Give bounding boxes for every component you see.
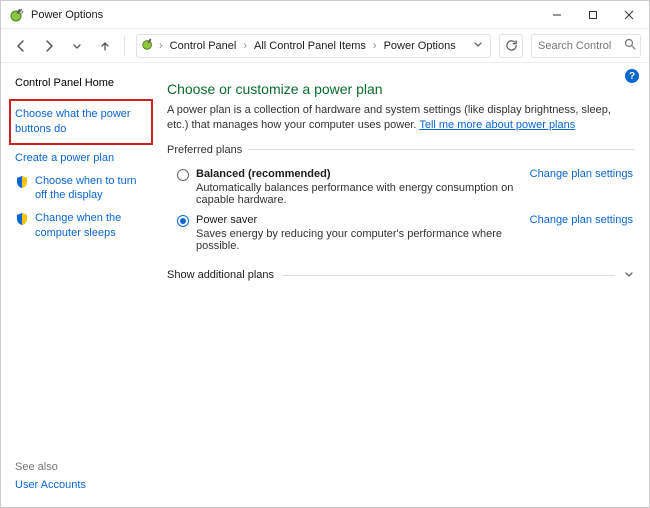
title-bar: Power Options: [1, 1, 649, 29]
preferred-plans-label: Preferred plans: [167, 144, 248, 156]
change-plan-settings-link[interactable]: Change plan settings: [530, 214, 633, 226]
plan-description: Saves energy by reducing your computer's…: [196, 228, 522, 252]
sidebar-link-label: Choose when to turn off the display: [35, 174, 151, 204]
preferred-plans-group: Preferred plans Balanced (recommended) A…: [167, 144, 635, 254]
divider: [282, 275, 615, 276]
sidebar-link-create-plan[interactable]: Create a power plan: [15, 151, 151, 166]
up-button[interactable]: [93, 34, 117, 58]
maximize-button[interactable]: [575, 3, 611, 27]
control-panel-home-link[interactable]: Control Panel Home: [15, 77, 151, 89]
help-icon[interactable]: ?: [625, 69, 639, 83]
plan-description: Automatically balances performance with …: [196, 182, 522, 206]
sidebar-link-label: Change when the computer sleeps: [35, 211, 151, 241]
shield-icon: [15, 175, 29, 189]
chevron-right-icon[interactable]: ›: [242, 40, 248, 52]
content-area: ? Control Panel Home Choose what the pow…: [1, 63, 649, 507]
tell-me-more-link[interactable]: Tell me more about power plans: [419, 119, 575, 131]
page-heading: Choose or customize a power plan: [167, 81, 635, 97]
power-options-icon: [9, 7, 25, 23]
sidebar-link-turn-off-display[interactable]: Choose when to turn off the display: [15, 174, 151, 204]
chevron-down-icon: [615, 268, 635, 283]
sidebar: Control Panel Home Choose what the power…: [1, 63, 161, 507]
separator: [124, 36, 125, 56]
navigation-bar: › Control Panel › All Control Panel Item…: [1, 29, 649, 63]
breadcrumb-item[interactable]: Power Options: [381, 38, 459, 54]
radio-button[interactable]: [177, 215, 189, 227]
see-also-label: See also: [15, 461, 151, 473]
chevron-right-icon[interactable]: ›: [372, 40, 378, 52]
shield-icon: [15, 212, 29, 226]
window: Power Options: [0, 0, 650, 508]
radio-button[interactable]: [177, 169, 189, 181]
search-box[interactable]: [531, 34, 641, 58]
main-panel: Choose or customize a power plan A power…: [161, 63, 649, 507]
power-options-icon: [141, 37, 155, 54]
see-also-user-accounts[interactable]: User Accounts: [15, 478, 151, 493]
forward-button[interactable]: [37, 34, 61, 58]
breadcrumb-item[interactable]: Control Panel: [167, 38, 240, 54]
change-plan-settings-link[interactable]: Change plan settings: [530, 168, 633, 180]
search-input[interactable]: [536, 39, 616, 53]
search-icon[interactable]: [624, 38, 636, 53]
minimize-button[interactable]: [539, 3, 575, 27]
page-description: A power plan is a collection of hardware…: [167, 103, 635, 134]
power-plan-power-saver: Power saver Saves energy by reducing you…: [167, 208, 635, 254]
address-dropdown-button[interactable]: [470, 39, 486, 52]
breadcrumb-item[interactable]: All Control Panel Items: [251, 38, 369, 54]
sidebar-link-computer-sleeps[interactable]: Change when the computer sleeps: [15, 211, 151, 241]
power-plan-balanced: Balanced (recommended) Automatically bal…: [167, 162, 635, 208]
address-bar[interactable]: › Control Panel › All Control Panel Item…: [136, 34, 491, 58]
plan-name[interactable]: Power saver: [196, 214, 257, 226]
back-button[interactable]: [9, 34, 33, 58]
plan-name[interactable]: Balanced (recommended): [196, 168, 330, 180]
show-additional-plans[interactable]: Show additional plans: [167, 268, 635, 283]
window-title: Power Options: [31, 9, 103, 21]
chevron-right-icon[interactable]: ›: [158, 40, 164, 52]
show-more-label: Show additional plans: [167, 269, 282, 281]
recent-locations-button[interactable]: [65, 34, 89, 58]
refresh-button[interactable]: [499, 34, 523, 58]
close-button[interactable]: [611, 3, 647, 27]
sidebar-link-power-buttons[interactable]: Choose what the power buttons do: [9, 99, 153, 145]
